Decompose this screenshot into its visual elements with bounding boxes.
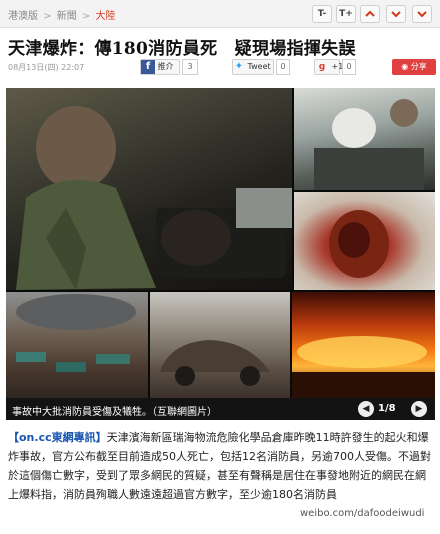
gplus-count: 0 (342, 59, 356, 75)
weibo-icon: ◉ (401, 62, 411, 71)
photo-burned-vehicles-aerial (6, 292, 148, 398)
gallery-caption-bar: 事故中大批消防員受傷及犧牲。（互聯網圖片） ◀ 1/8 ▶ (6, 398, 435, 420)
facebook-like-button[interactable]: f 推介 (140, 59, 180, 75)
facebook-icon: f (141, 60, 155, 74)
watermark: weibo.com/dafoodeiwudi (300, 508, 425, 519)
tweet-button[interactable]: ✦ Tweet (232, 59, 274, 75)
photo-hospital-treatment (294, 88, 435, 190)
article-source[interactable]: 【on.cc東網專訊】 (8, 431, 107, 444)
chevron-down-icon (417, 11, 427, 18)
article-body: 【on.cc東網專訊】天津濱海新區瑞海物流危險化學品倉庫昨晚11時許發生的起火和… (8, 428, 434, 504)
tweet-count: 0 (276, 59, 290, 75)
photo-aerial-illustration (16, 294, 136, 372)
scroll-down-button[interactable] (386, 5, 406, 23)
font-smaller-button[interactable]: T- (312, 5, 332, 23)
arrow-left-icon: ◀ (362, 404, 370, 414)
chevron-up-icon (365, 10, 375, 17)
breadcrumb-separator: > (81, 11, 91, 22)
gplus-icon: g (318, 62, 326, 72)
weibo-share-label: 分享 (410, 62, 427, 71)
scroll-bottom-button[interactable] (412, 5, 432, 23)
photo-explosion-fire (292, 292, 435, 398)
facebook-like-count: 3 (182, 59, 198, 75)
weibo-share-button[interactable]: ◉ 分享 (392, 59, 436, 75)
gallery-prev-button[interactable]: ◀ (358, 401, 374, 417)
tweet-label: Tweet (247, 62, 271, 71)
gallery-next-button[interactable]: ▶ (411, 401, 427, 417)
font-larger-button[interactable]: T+ (336, 5, 356, 23)
gplus-button[interactable]: g +1 (314, 59, 343, 75)
chevron-down-icon (391, 11, 401, 18)
photo-rescue-scene (6, 88, 292, 290)
photo-gallery[interactable]: 事故中大批消防員受傷及犧牲。（互聯網圖片） ◀ 1/8 ▶ (6, 88, 435, 420)
photo-burned-cars (150, 292, 290, 398)
publish-date: 08月13日(四) 22:07 (8, 63, 85, 72)
twitter-icon: ✦ (234, 61, 244, 72)
scroll-up-button[interactable] (360, 5, 380, 23)
meta-row: 08月13日(四) 22:07 f 推介 3 ✦ Tweet 0 g +1 0 … (0, 56, 440, 80)
gallery-caption: 事故中大批消防員受傷及犧牲。（互聯網圖片） (12, 407, 217, 418)
arrow-right-icon: ▶ (415, 404, 423, 414)
photo-injured-illustration (329, 210, 389, 278)
breadcrumb-item-news[interactable]: 新聞 (57, 11, 77, 22)
top-bar: 港澳版 > 新聞 > 大陸 T- T+ (0, 0, 440, 28)
breadcrumb: 港澳版 > 新聞 > 大陸 (8, 7, 116, 22)
breadcrumb-item-mainland[interactable]: 大陸 (96, 11, 116, 22)
breadcrumb-item-edition[interactable]: 港澳版 (8, 11, 38, 22)
photo-fire-illustration (292, 336, 435, 398)
facebook-like-label: 推介 (157, 62, 174, 71)
photo-hospital-illustration (314, 99, 424, 190)
photo-injured-firefighter (294, 192, 435, 290)
photo-burned-cars-illustration (160, 340, 270, 386)
gallery-page-indicator: 1/8 (378, 403, 396, 414)
breadcrumb-separator: > (43, 11, 52, 22)
photo-rescue-scene-illustration (16, 106, 292, 290)
